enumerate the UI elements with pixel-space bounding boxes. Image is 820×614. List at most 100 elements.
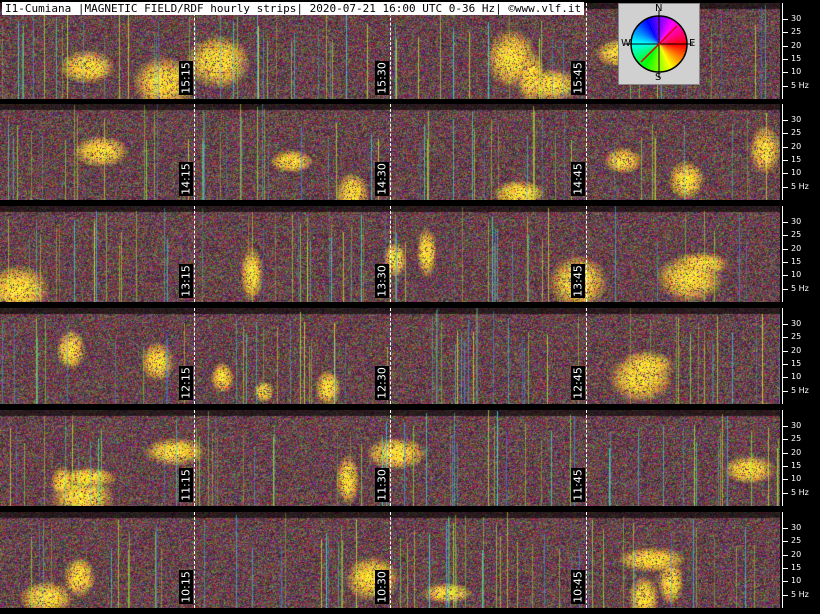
time-marker-text: 14:45 <box>571 163 585 195</box>
time-marker-label: 14:45 <box>571 162 585 196</box>
time-marker-text: 15:30 <box>375 62 389 94</box>
frequency-tick <box>783 351 788 352</box>
frequency-tick-label: 10 <box>791 67 802 76</box>
time-marker-line <box>586 410 587 506</box>
time-marker-text: 15:15 <box>179 62 193 94</box>
time-marker-line <box>390 104 391 200</box>
time-marker-text: 12:15 <box>179 367 193 399</box>
frequency-tick <box>783 32 788 33</box>
time-marker-line <box>390 410 391 506</box>
frequency-tick-label: 5 Hz <box>791 590 809 599</box>
spectrogram-strip: 11:15 11:30 11:45 <box>0 410 780 506</box>
frequency-tick-label: 10 <box>791 576 802 585</box>
time-marker-label: 13:30 <box>375 264 389 298</box>
frequency-tick <box>783 364 788 365</box>
frequency-tick-label: 15 <box>791 359 802 368</box>
frequency-tick <box>783 466 788 467</box>
spectrogram-strip: 14:15 14:30 14:45 <box>0 104 780 200</box>
frequency-tick <box>783 391 788 392</box>
frequency-tick <box>783 439 788 440</box>
frequency-tick-label: 5 Hz <box>791 386 809 395</box>
frequency-tick-label: 20 <box>791 244 802 253</box>
time-marker-text: 10:15 <box>179 571 193 603</box>
frequency-tick <box>783 187 788 188</box>
frequency-tick <box>783 147 788 148</box>
compass-east-label: E <box>689 38 696 49</box>
frequency-tick <box>783 595 788 596</box>
time-marker-text: 11:15 <box>179 469 193 501</box>
frequency-tick-label: 5 Hz <box>791 284 809 293</box>
frequency-tick-label: 20 <box>791 448 802 457</box>
frequency-tick <box>783 568 788 569</box>
frequency-tick-label: 15 <box>791 54 802 63</box>
frequency-tick <box>783 581 788 582</box>
frequency-tick-label: 30 <box>791 421 802 430</box>
frequency-scale: 30 25 20 15 10 5 Hz <box>782 3 820 99</box>
frequency-tick-label: 25 <box>791 332 802 341</box>
time-marker-label: 13:15 <box>179 264 193 298</box>
frequency-tick-label: 30 <box>791 319 802 328</box>
frequency-tick <box>783 289 788 290</box>
time-marker-text: 14:15 <box>179 163 193 195</box>
frequency-tick-label: 20 <box>791 346 802 355</box>
frequency-tick <box>783 528 788 529</box>
chart-title: I1-Cumiana |MAGNETIC FIELD/RDF hourly st… <box>2 2 585 15</box>
frequency-tick-label: 25 <box>791 434 802 443</box>
frequency-tick-label: 15 <box>791 461 802 470</box>
frequency-tick-label: 15 <box>791 155 802 164</box>
time-marker-line <box>586 308 587 404</box>
time-marker-line <box>586 206 587 302</box>
time-marker-text: 13:45 <box>571 265 585 297</box>
frequency-tick <box>783 262 788 263</box>
frequency-tick-label: 30 <box>791 523 802 532</box>
frequency-tick <box>783 86 788 87</box>
frequency-tick-label: 5 Hz <box>791 81 809 90</box>
frequency-tick-label: 25 <box>791 27 802 36</box>
time-marker-label: 15:45 <box>571 61 585 95</box>
frequency-tick-label: 20 <box>791 142 802 151</box>
frequency-tick <box>783 555 788 556</box>
time-marker-line <box>586 3 587 99</box>
frequency-tick-label: 10 <box>791 168 802 177</box>
time-marker-text: 15:45 <box>571 62 585 94</box>
time-marker-label: 10:15 <box>179 570 193 604</box>
time-marker-line <box>194 410 195 506</box>
time-marker-text: 12:45 <box>571 367 585 399</box>
frequency-tick <box>783 222 788 223</box>
time-marker-label: 14:15 <box>179 162 193 196</box>
spectrogram-strip: 12:15 12:30 12:45 <box>0 308 780 404</box>
spectrogram-strip: 10:15 10:30 10:45 <box>0 512 780 608</box>
time-marker-text: 13:15 <box>179 265 193 297</box>
frequency-tick <box>783 249 788 250</box>
compass-north-label: N <box>655 3 663 14</box>
frequency-tick-label: 5 Hz <box>791 488 809 497</box>
time-marker-line <box>390 512 391 608</box>
compass-west-label: W <box>621 38 631 49</box>
frequency-tick <box>783 377 788 378</box>
frequency-tick <box>783 426 788 427</box>
frequency-tick-label: 15 <box>791 257 802 266</box>
time-marker-label: 13:45 <box>571 264 585 298</box>
frequency-tick-label: 10 <box>791 474 802 483</box>
compass-south-label: S <box>655 72 662 83</box>
time-marker-label: 14:30 <box>375 162 389 196</box>
frequency-tick <box>783 72 788 73</box>
direction-compass: N S E W <box>618 3 700 85</box>
time-marker-line <box>194 308 195 404</box>
time-marker-line <box>194 3 195 99</box>
frequency-tick <box>783 59 788 60</box>
frequency-tick <box>783 160 788 161</box>
frequency-scale: 30 25 20 15 10 5 Hz <box>782 308 820 404</box>
frequency-tick <box>783 46 788 47</box>
frequency-tick-label: 30 <box>791 14 802 23</box>
time-marker-line <box>194 512 195 608</box>
time-marker-line <box>586 512 587 608</box>
frequency-tick-label: 20 <box>791 550 802 559</box>
frequency-tick-label: 30 <box>791 115 802 124</box>
frequency-tick <box>783 493 788 494</box>
time-marker-text: 14:30 <box>375 163 389 195</box>
frequency-tick <box>783 173 788 174</box>
time-marker-label: 15:30 <box>375 61 389 95</box>
frequency-tick-label: 25 <box>791 230 802 239</box>
frequency-tick-label: 10 <box>791 270 802 279</box>
